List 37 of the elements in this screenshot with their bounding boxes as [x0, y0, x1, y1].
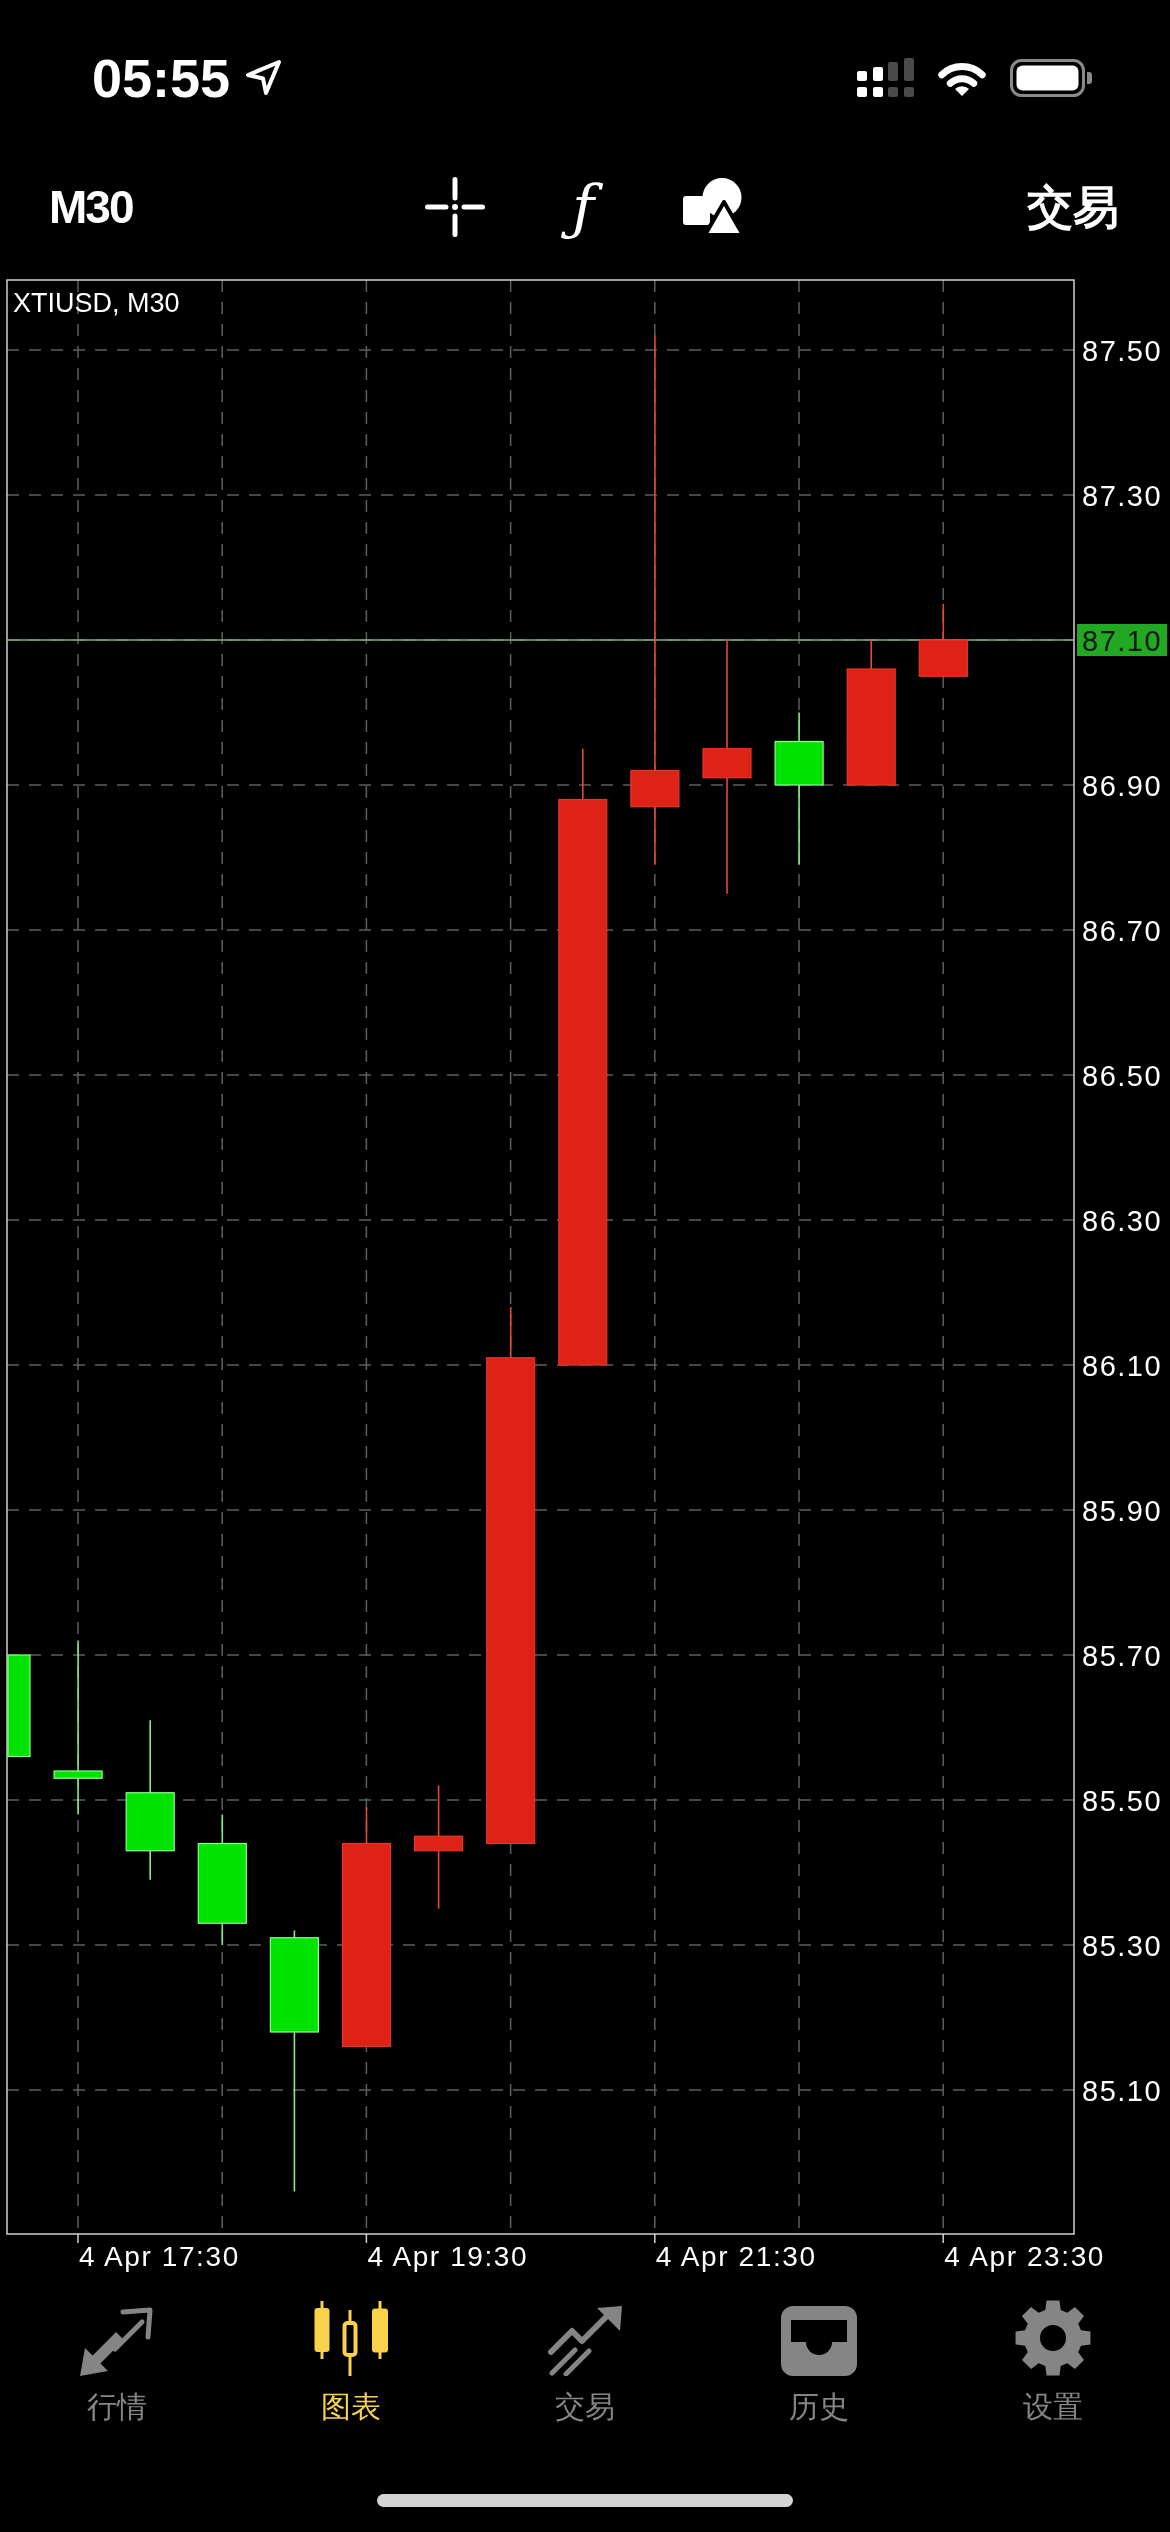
- tab[interactable]: 图表: [313, 2300, 389, 2424]
- chart-title: XTIUSD, M30: [13, 288, 180, 318]
- price-label: 86.50: [1082, 1060, 1163, 1092]
- gear-icon: [1015, 2300, 1091, 2376]
- price-label: 85.50: [1082, 1785, 1163, 1817]
- inbox-tray-icon: [781, 2306, 857, 2376]
- signal-icon: [857, 57, 914, 98]
- price-label: 85.30: [1082, 1930, 1163, 1962]
- price-label: 86.10: [1082, 1350, 1163, 1382]
- time-label: 4 Apr 17:30: [79, 2241, 240, 2272]
- time-label: 4 Apr 23:30: [944, 2241, 1106, 2272]
- function-button[interactable]: ƒ: [562, 177, 604, 237]
- price-label: 85.10: [1082, 2075, 1163, 2107]
- double-arrow-icon: [80, 2306, 154, 2376]
- price-label: 87.30: [1082, 480, 1163, 512]
- location-arrow-icon: [245, 59, 283, 96]
- price-label: 86.30: [1082, 1205, 1163, 1237]
- current-price-label: 87.10: [1077, 624, 1167, 657]
- candlestick-icon: [313, 2301, 389, 2376]
- price-label: 86.90: [1082, 770, 1163, 802]
- status-time: 05:55: [92, 50, 231, 105]
- battery-icon: [1010, 58, 1092, 97]
- timeframe-button[interactable]: M30: [49, 184, 133, 230]
- crosshair-icon[interactable]: [425, 177, 485, 237]
- price-label: 86.70: [1082, 915, 1163, 947]
- time-label: 4 Apr 21:30: [655, 2241, 817, 2272]
- trade-button[interactable]: 交易: [1027, 182, 1119, 232]
- time-label: 4 Apr 19:30: [367, 2241, 529, 2272]
- tab[interactable]: 交易: [547, 2300, 623, 2424]
- tab[interactable]: 设置: [1015, 2300, 1091, 2424]
- price-label: 87.50: [1082, 335, 1163, 367]
- tab[interactable]: 行情: [80, 2300, 154, 2424]
- trend-arrow-icon: [547, 2306, 623, 2376]
- price-label: 85.90: [1082, 1495, 1163, 1527]
- tab[interactable]: 历史: [781, 2300, 857, 2424]
- shapes-icon[interactable]: [683, 178, 743, 236]
- price-label: 85.70: [1082, 1640, 1163, 1672]
